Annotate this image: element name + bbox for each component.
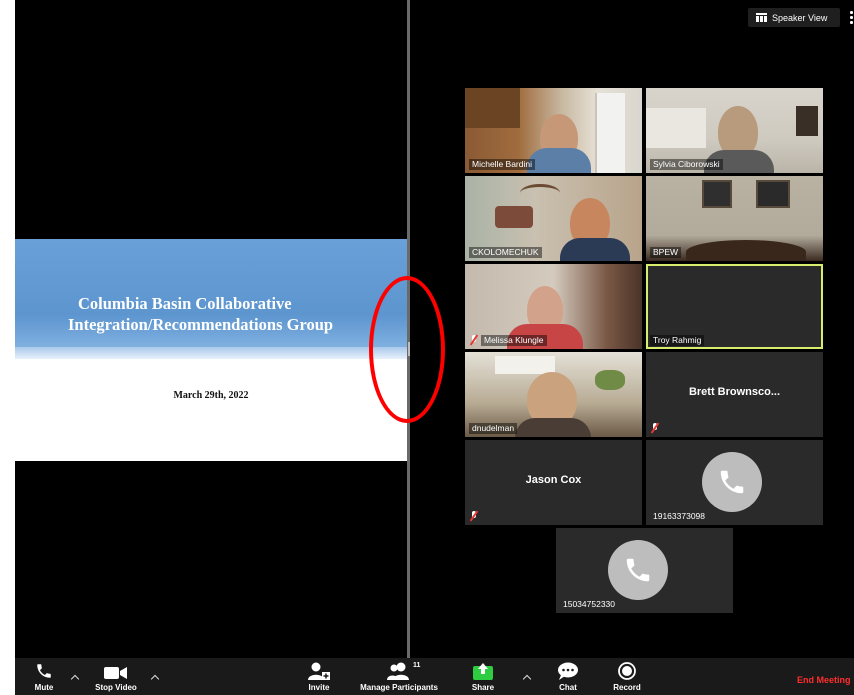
- participant-tile[interactable]: Michelle Bardini: [465, 88, 642, 173]
- speaker-view-button[interactable]: Speaker View: [748, 8, 840, 27]
- window-edge: [0, 0, 15, 695]
- presentation-slide: Columbia Basin Collaborative Integration…: [15, 239, 407, 461]
- record-button[interactable]: Record: [609, 658, 645, 695]
- participant-name: 19163373098: [653, 511, 706, 521]
- end-meeting-button[interactable]: End Meeting: [797, 675, 851, 685]
- chat-bubble-icon: [557, 658, 579, 680]
- mute-label: Mute: [34, 683, 54, 692]
- participant-tile[interactable]: dnudelman: [465, 352, 642, 437]
- video-camera-icon: [104, 658, 128, 680]
- slide-banner-band: [15, 347, 407, 359]
- share-button[interactable]: Share: [465, 658, 501, 695]
- slide-title-line1: Columbia Basin Collaborative: [78, 294, 292, 313]
- more-options-icon[interactable]: [848, 10, 854, 26]
- phone-audio-icon: [34, 658, 54, 680]
- muted-mic-icon: [469, 510, 479, 522]
- participant-name: BPEW: [650, 247, 682, 258]
- participant-tile[interactable]: CKOLOMECHUK: [465, 176, 642, 261]
- participant-name: CKOLOMECHUK: [469, 247, 542, 258]
- participant-name: Melissa Klungle: [481, 335, 547, 346]
- participant-name: Jason Cox: [525, 474, 582, 486]
- invite-label: Invite: [308, 683, 330, 692]
- participant-count-badge: 11: [413, 662, 421, 669]
- zoom-meeting-window: Columbia Basin Collaborative Integration…: [0, 0, 854, 695]
- participant-tile[interactable]: BPEW: [646, 176, 823, 261]
- share-screen-icon: [473, 658, 493, 680]
- participant-name: dnudelman: [469, 423, 518, 434]
- participant-tile[interactable]: 15034752330: [556, 528, 733, 613]
- shared-screen-pane: Columbia Basin Collaborative Integration…: [15, 0, 407, 658]
- slide-date: March 29th, 2022: [173, 390, 249, 401]
- participant-name: Brett Brownsco...: [688, 386, 781, 398]
- participant-name: Sylvia Ciborowski: [650, 159, 723, 170]
- stop-video-button[interactable]: Stop Video: [88, 658, 144, 695]
- invite-button[interactable]: Invite: [303, 658, 335, 695]
- participant-name: 15034752330: [563, 599, 616, 609]
- speaker-view-icon: [756, 13, 767, 22]
- phone-icon: [702, 452, 762, 512]
- manage-participants-label: Manage Participants: [360, 683, 438, 692]
- audio-options-caret-icon[interactable]: [71, 674, 79, 682]
- slide-title: Columbia Basin Collaborative Integration…: [15, 293, 407, 335]
- muted-mic-icon: [650, 422, 660, 434]
- phone-icon: [608, 540, 668, 600]
- participant-tile[interactable]: Brett Brownsco...: [646, 352, 823, 437]
- muted-mic-icon: [469, 334, 479, 346]
- share-label: Share: [471, 683, 495, 692]
- slide-title-line2: Integration/Recommendations Group: [68, 315, 334, 334]
- mute-button[interactable]: Mute: [31, 658, 57, 695]
- chat-button[interactable]: Chat: [555, 658, 581, 695]
- record-icon: [618, 658, 636, 680]
- meeting-toolbar: Mute Stop Video Invite Manage Participan…: [15, 658, 854, 695]
- participant-tile[interactable]: Sylvia Ciborowski: [646, 88, 823, 173]
- participant-tile-active-speaker[interactable]: Troy Rahmig: [646, 264, 823, 349]
- participant-tile[interactable]: Jason Cox: [465, 440, 642, 525]
- annotation-circle: [369, 276, 445, 423]
- participant-tile[interactable]: 19163373098: [646, 440, 823, 525]
- participant-tile[interactable]: Melissa Klungle: [465, 264, 642, 349]
- record-label: Record: [613, 683, 641, 692]
- participants-icon: [386, 658, 412, 680]
- invite-person-icon: [308, 658, 330, 680]
- participant-name: Troy Rahmig: [650, 335, 705, 346]
- video-options-caret-icon[interactable]: [151, 674, 159, 682]
- chat-label: Chat: [559, 683, 577, 692]
- speaker-view-label: Speaker View: [772, 12, 828, 23]
- manage-participants-button[interactable]: Manage Participants: [351, 658, 447, 695]
- share-options-caret-icon[interactable]: [523, 674, 531, 682]
- stop-video-label: Stop Video: [95, 683, 137, 692]
- participant-name: Michelle Bardini: [469, 159, 535, 170]
